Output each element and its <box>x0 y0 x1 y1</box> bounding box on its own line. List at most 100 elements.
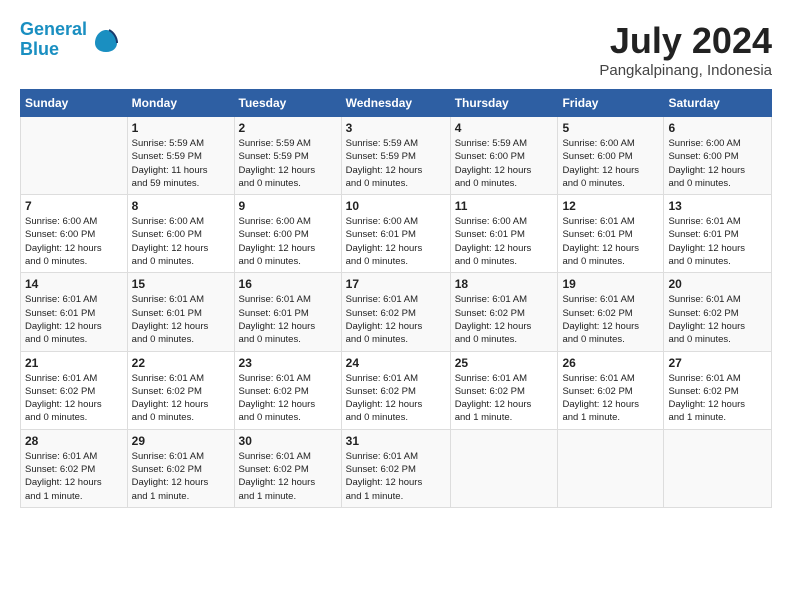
day-number: 26 <box>562 356 659 370</box>
day-number: 10 <box>346 199 446 213</box>
day-content: Sunrise: 5:59 AMSunset: 5:59 PMDaylight:… <box>132 137 230 190</box>
page-header: GeneralBlue July 2024 Pangkalpinang, Ind… <box>20 20 772 79</box>
day-content: Sunrise: 6:01 AMSunset: 6:02 PMDaylight:… <box>668 293 767 346</box>
week-row-2: 7 Sunrise: 6:00 AMSunset: 6:00 PMDaylight… <box>21 195 772 273</box>
header-day-tuesday: Tuesday <box>234 90 341 117</box>
logo-icon <box>91 25 121 55</box>
calendar-cell: 8 Sunrise: 6:00 AMSunset: 6:00 PMDaylight… <box>127 195 234 273</box>
day-number: 16 <box>239 277 337 291</box>
calendar-cell: 5 Sunrise: 6:00 AMSunset: 6:00 PMDaylight… <box>558 117 664 195</box>
day-number: 2 <box>239 121 337 135</box>
day-number: 17 <box>346 277 446 291</box>
calendar-cell: 28 Sunrise: 6:01 AMSunset: 6:02 PMDayligh… <box>21 429 128 507</box>
day-content: Sunrise: 6:01 AMSunset: 6:02 PMDaylight:… <box>132 450 230 503</box>
day-content: Sunrise: 6:01 AMSunset: 6:02 PMDaylight:… <box>239 372 337 425</box>
day-number: 20 <box>668 277 767 291</box>
calendar-cell <box>21 117 128 195</box>
day-number: 28 <box>25 434 123 448</box>
calendar-cell: 31 Sunrise: 6:01 AMSunset: 6:02 PMDayligh… <box>341 429 450 507</box>
day-content: Sunrise: 6:00 AMSunset: 6:00 PMDaylight:… <box>25 215 123 268</box>
title-area: July 2024 Pangkalpinang, Indonesia <box>599 20 772 79</box>
calendar-cell: 3 Sunrise: 5:59 AMSunset: 5:59 PMDaylight… <box>341 117 450 195</box>
day-content: Sunrise: 6:00 AMSunset: 6:01 PMDaylight:… <box>346 215 446 268</box>
day-number: 23 <box>239 356 337 370</box>
calendar-cell: 22Sunrise: 6:01 AMSunset: 6:02 PMDayligh… <box>127 351 234 429</box>
calendar-cell: 14 Sunrise: 6:01 AMSunset: 6:01 PMDayligh… <box>21 273 128 351</box>
calendar-cell: 23 Sunrise: 6:01 AMSunset: 6:02 PMDayligh… <box>234 351 341 429</box>
day-content: Sunrise: 6:01 AMSunset: 6:02 PMDaylight:… <box>562 372 659 425</box>
day-content: Sunrise: 6:01 AMSunset: 6:02 PMDaylight:… <box>346 372 446 425</box>
day-number: 7 <box>25 199 123 213</box>
calendar-body: 1 Sunrise: 5:59 AMSunset: 5:59 PMDaylight… <box>21 117 772 508</box>
day-number: 21 <box>25 356 123 370</box>
calendar-cell: 27Sunrise: 6:01 AMSunset: 6:02 PMDayligh… <box>664 351 772 429</box>
calendar-cell: 21Sunrise: 6:01 AMSunset: 6:02 PMDayligh… <box>21 351 128 429</box>
header-day-thursday: Thursday <box>450 90 558 117</box>
day-number: 24 <box>346 356 446 370</box>
day-content: Sunrise: 6:01 AMSunset: 6:02 PMDaylight:… <box>346 450 446 503</box>
calendar-cell: 24 Sunrise: 6:01 AMSunset: 6:02 PMDayligh… <box>341 351 450 429</box>
calendar-cell: 17Sunrise: 6:01 AMSunset: 6:02 PMDayligh… <box>341 273 450 351</box>
header-day-saturday: Saturday <box>664 90 772 117</box>
day-number: 11 <box>455 199 554 213</box>
day-content: Sunrise: 6:01 AMSunset: 6:02 PMDaylight:… <box>562 293 659 346</box>
day-content: Sunrise: 6:01 AMSunset: 6:02 PMDaylight:… <box>239 450 337 503</box>
calendar-cell: 20 Sunrise: 6:01 AMSunset: 6:02 PMDayligh… <box>664 273 772 351</box>
calendar-cell: 2 Sunrise: 5:59 AMSunset: 5:59 PMDaylight… <box>234 117 341 195</box>
day-content: Sunrise: 5:59 AMSunset: 6:00 PMDaylight:… <box>455 137 554 190</box>
day-number: 19 <box>562 277 659 291</box>
header-day-wednesday: Wednesday <box>341 90 450 117</box>
day-content: Sunrise: 6:01 AMSunset: 6:02 PMDaylight:… <box>455 372 554 425</box>
calendar-cell <box>664 429 772 507</box>
calendar-cell: 10 Sunrise: 6:00 AMSunset: 6:01 PMDayligh… <box>341 195 450 273</box>
logo: GeneralBlue <box>20 20 121 60</box>
day-content: Sunrise: 6:01 AMSunset: 6:01 PMDaylight:… <box>239 293 337 346</box>
day-number: 14 <box>25 277 123 291</box>
day-number: 6 <box>668 121 767 135</box>
calendar-cell: 15 Sunrise: 6:01 AMSunset: 6:01 PMDayligh… <box>127 273 234 351</box>
calendar-cell: 11Sunrise: 6:00 AMSunset: 6:01 PMDayligh… <box>450 195 558 273</box>
week-row-4: 21 Sunrise: 6:01 AMSunset: 6:02 PMDayligh… <box>21 351 772 429</box>
day-number: 27 <box>668 356 767 370</box>
calendar-cell: 13 Sunrise: 6:01 AMSunset: 6:01 PMDayligh… <box>664 195 772 273</box>
header-row: SundayMondayTuesdayWednesdayThursdayFrid… <box>21 90 772 117</box>
day-content: Sunrise: 6:01 AMSunset: 6:01 PMDaylight:… <box>562 215 659 268</box>
day-number: 15 <box>132 277 230 291</box>
calendar-cell: 12Sunrise: 6:01 AMSunset: 6:01 PMDayligh… <box>558 195 664 273</box>
week-row-1: 1 Sunrise: 5:59 AMSunset: 5:59 PMDaylight… <box>21 117 772 195</box>
calendar-table: SundayMondayTuesdayWednesdayThursdayFrid… <box>20 89 772 508</box>
day-number: 29 <box>132 434 230 448</box>
day-number: 9 <box>239 199 337 213</box>
day-content: Sunrise: 6:01 AMSunset: 6:02 PMDaylight:… <box>132 372 230 425</box>
calendar-header: SundayMondayTuesdayWednesdayThursdayFrid… <box>21 90 772 117</box>
calendar-cell: 7 Sunrise: 6:00 AMSunset: 6:00 PMDaylight… <box>21 195 128 273</box>
day-number: 18 <box>455 277 554 291</box>
day-content: Sunrise: 6:01 AMSunset: 6:01 PMDaylight:… <box>668 215 767 268</box>
calendar-cell <box>558 429 664 507</box>
month-year-title: July 2024 <box>599 20 772 62</box>
day-content: Sunrise: 6:00 AMSunset: 6:00 PMDaylight:… <box>562 137 659 190</box>
day-content: Sunrise: 6:01 AMSunset: 6:01 PMDaylight:… <box>25 293 123 346</box>
day-content: Sunrise: 5:59 AMSunset: 5:59 PMDaylight:… <box>346 137 446 190</box>
day-content: Sunrise: 5:59 AMSunset: 5:59 PMDaylight:… <box>239 137 337 190</box>
day-number: 31 <box>346 434 446 448</box>
calendar-cell: 30 Sunrise: 6:01 AMSunset: 6:02 PMDayligh… <box>234 429 341 507</box>
day-content: Sunrise: 6:01 AMSunset: 6:02 PMDaylight:… <box>25 450 123 503</box>
day-number: 8 <box>132 199 230 213</box>
calendar-cell: 29 Sunrise: 6:01 AMSunset: 6:02 PMDayligh… <box>127 429 234 507</box>
day-content: Sunrise: 6:01 AMSunset: 6:02 PMDaylight:… <box>455 293 554 346</box>
day-content: Sunrise: 6:00 AMSunset: 6:00 PMDaylight:… <box>239 215 337 268</box>
header-day-monday: Monday <box>127 90 234 117</box>
day-number: 3 <box>346 121 446 135</box>
day-content: Sunrise: 6:00 AMSunset: 6:00 PMDaylight:… <box>132 215 230 268</box>
calendar-cell: 26 Sunrise: 6:01 AMSunset: 6:02 PMDayligh… <box>558 351 664 429</box>
day-number: 13 <box>668 199 767 213</box>
calendar-cell: 9 Sunrise: 6:00 AMSunset: 6:00 PMDaylight… <box>234 195 341 273</box>
day-number: 5 <box>562 121 659 135</box>
header-day-sunday: Sunday <box>21 90 128 117</box>
day-content: Sunrise: 6:00 AMSunset: 6:00 PMDaylight:… <box>668 137 767 190</box>
calendar-cell: 19 Sunrise: 6:01 AMSunset: 6:02 PMDayligh… <box>558 273 664 351</box>
day-number: 30 <box>239 434 337 448</box>
day-number: 1 <box>132 121 230 135</box>
day-content: Sunrise: 6:01 AMSunset: 6:01 PMDaylight:… <box>132 293 230 346</box>
